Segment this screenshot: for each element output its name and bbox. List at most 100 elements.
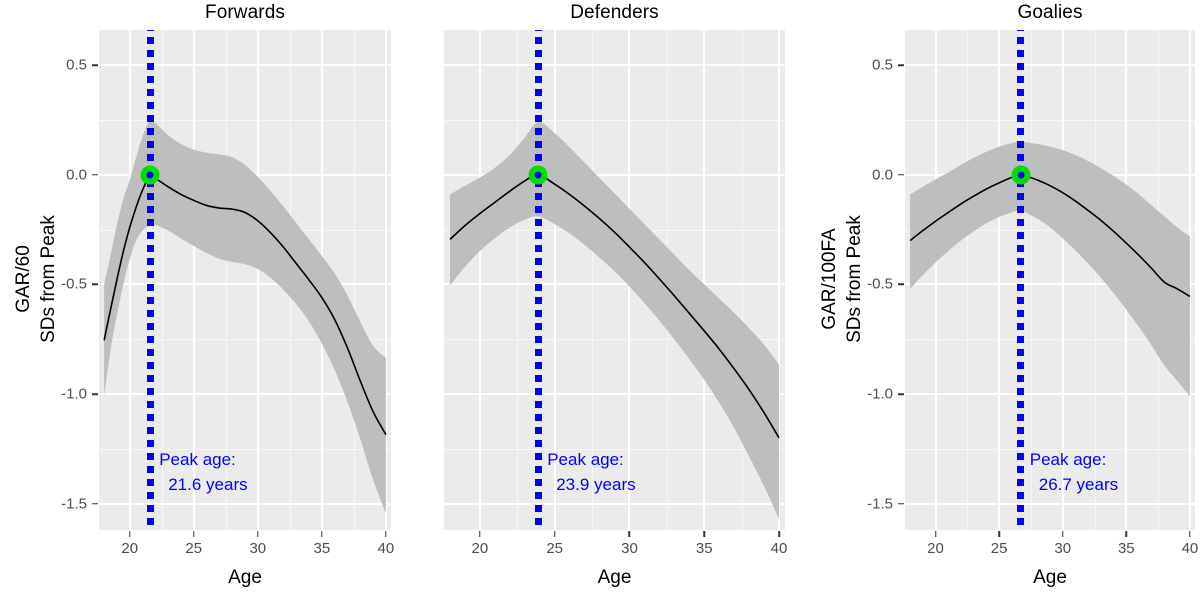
peak-line-dash [1017, 492, 1025, 499]
annotation-line-1: Peak age: [547, 449, 624, 469]
x-axis-tick-label: 35 [1117, 540, 1135, 557]
peak-line-dash [534, 232, 542, 239]
peak-line-dash [1017, 440, 1025, 447]
peak-line-dash [534, 453, 542, 460]
peak-line-dash [1017, 76, 1025, 83]
x-axis-tick-mark [193, 531, 195, 537]
x-axis-tick-label: 35 [695, 540, 713, 557]
peak-line-dash [146, 310, 154, 317]
peak-line-dash [146, 505, 154, 512]
peak-line-dash [1017, 232, 1025, 239]
peak-line-dash [534, 206, 542, 213]
x-axis-tick-mark [321, 531, 323, 537]
peak-line-dash [534, 219, 542, 226]
peak-age-line [146, 30, 154, 530]
x-axis-title: Age [597, 567, 632, 588]
peak-line-dash [146, 76, 154, 83]
y-axis-tick-mark [898, 502, 904, 505]
peak-line-dash [146, 336, 154, 343]
peak-line-dash [146, 466, 154, 473]
peak-line-dash [534, 30, 542, 31]
x-axis-tick-mark [479, 531, 481, 537]
chart-figure: Forwards Peak age: 21.6 years 0.5 0.0 -0.5 -1.… [0, 0, 1200, 600]
peak-line-dash [534, 76, 542, 83]
peak-line-dash [1017, 37, 1025, 44]
peak-line-dash [534, 284, 542, 291]
annotation-line-2: 21.6 years [168, 474, 248, 494]
peak-line-dash [146, 141, 154, 148]
annotation-line-1: Peak age: [1029, 449, 1107, 469]
peak-line-dash [146, 362, 154, 369]
y-axis-tick-mark [92, 393, 98, 395]
peak-point-center [1017, 171, 1025, 179]
x-axis-tick-label: 35 [313, 540, 331, 557]
peak-line-dash [534, 323, 542, 330]
peak-line-dash [146, 492, 154, 499]
plot-panel: Peak age: 21.6 years [99, 30, 391, 530]
peak-line-dash [534, 401, 542, 408]
x-axis-tick-mark [1061, 531, 1064, 537]
peak-age-annotation: Peak age: 23.9 years [547, 447, 635, 497]
y-axis-tick-mark [898, 64, 904, 66]
peak-line-dash [1017, 245, 1025, 252]
peak-line-dash [534, 37, 542, 44]
peak-line-dash [146, 30, 154, 31]
peak-line-dash [1017, 323, 1025, 330]
x-axis-tick-label: 25 [546, 540, 564, 557]
peak-line-dash [146, 453, 154, 460]
peak-line-dash [1017, 89, 1025, 96]
annotation-line-2: 23.9 years [556, 474, 636, 494]
peak-line-dash [146, 427, 154, 434]
x-axis-tick-label: 25 [990, 540, 1008, 557]
peak-line-dash [146, 323, 154, 330]
facet-title-defenders: Defenders [570, 2, 659, 23]
peak-line-dash [146, 440, 154, 447]
plot-panel: Peak age: 26.7 years [905, 30, 1195, 530]
peak-line-dash [146, 193, 154, 200]
peak-line-dash [146, 518, 154, 525]
peak-line-dash [1017, 310, 1025, 317]
peak-line-dash [1017, 479, 1025, 486]
peak-line-dash [1017, 115, 1025, 122]
peak-line-dash [534, 492, 542, 499]
peak-line-dash [146, 50, 154, 57]
peak-line-dash [1017, 453, 1025, 460]
peak-line-dash [534, 89, 542, 96]
peak-line-dash [146, 37, 154, 44]
peak-age-line [534, 30, 542, 530]
peak-line-dash [534, 518, 542, 525]
facet-title-goalies: Goalies [1017, 2, 1083, 23]
peak-line-dash [1017, 102, 1025, 109]
peak-line-dash [146, 479, 154, 486]
peak-age-annotation: Peak age: 26.7 years [1030, 447, 1118, 497]
x-axis-tick-mark [998, 531, 1000, 537]
x-axis-tick-label: 20 [927, 540, 944, 557]
y-axis-tick-mark [92, 502, 98, 505]
x-axis-tick-mark [703, 531, 705, 537]
peak-line-dash [1017, 427, 1025, 434]
peak-line-dash [534, 115, 542, 122]
peak-line-dash [534, 388, 542, 395]
x-axis-title: Age [228, 567, 262, 588]
y-axis-tick-mark [92, 64, 98, 66]
x-axis-tick-mark [934, 531, 937, 537]
annotation-line-2: 26.7 years [1038, 474, 1119, 494]
peak-line-dash [534, 154, 542, 161]
x-axis-tick-label: 40 [770, 540, 788, 557]
peak-line-dash [534, 440, 542, 447]
peak-line-dash [1017, 284, 1025, 291]
peak-line-dash [146, 401, 154, 408]
peak-age-annotation: Peak age: 21.6 years [159, 447, 247, 497]
x-axis-tick-label: 30 [249, 540, 267, 557]
y-axis-title-secondary: SDs from Peak [844, 215, 865, 343]
peak-line-dash [534, 297, 542, 304]
peak-line-dash [1017, 414, 1025, 421]
peak-line-dash [1017, 30, 1025, 31]
peak-line-dash [1017, 362, 1025, 369]
peak-point-center [146, 171, 154, 179]
x-axis-tick-mark [553, 531, 556, 537]
peak-line-dash [534, 141, 542, 148]
x-axis-tick-label: 40 [377, 540, 395, 557]
peak-line-dash [146, 375, 154, 382]
y-axis-tick-mark [898, 393, 904, 395]
